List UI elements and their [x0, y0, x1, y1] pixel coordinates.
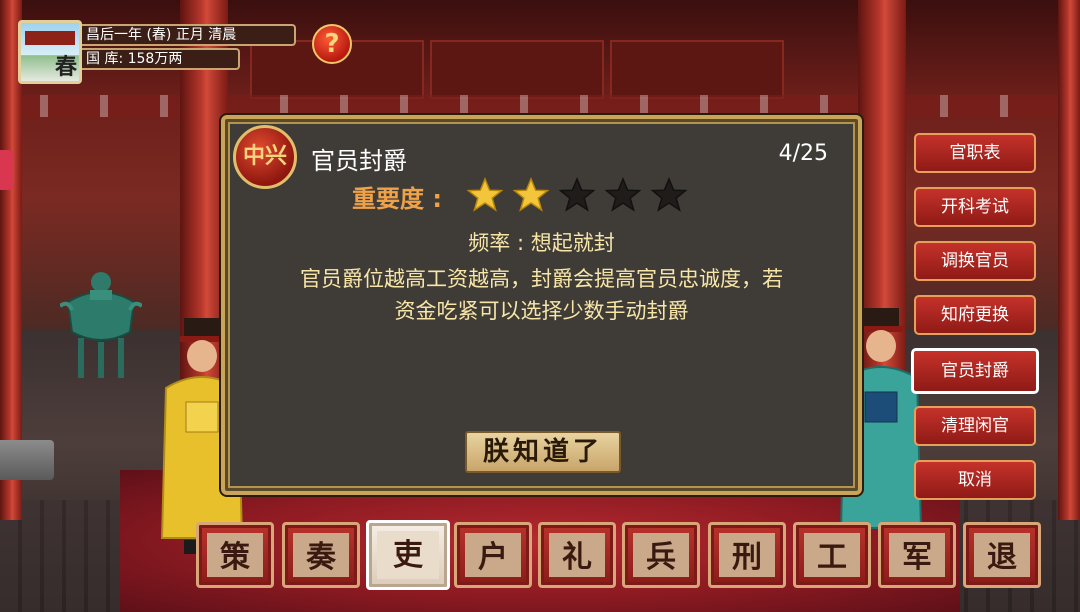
menu-button-clear-idle[interactable]: 清理闲官 — [914, 406, 1036, 446]
help-button[interactable]: ? — [312, 24, 352, 64]
importance-label: 重要度 : — [352, 185, 442, 213]
menu-button-swap-officials[interactable]: 调换官员 — [914, 241, 1036, 281]
acknowledge-button[interactable]: 朕知道了 — [465, 431, 621, 473]
tab-military[interactable]: 军 — [878, 522, 956, 588]
tutorial-dialog: 中兴 官员封爵 4/25 重要度 : 频率 : 想起就封 官员爵位越高工资越高，… — [221, 115, 862, 495]
question-mark-icon: ? — [324, 29, 340, 59]
star-filled-icon — [513, 177, 549, 212]
menu-button-exam[interactable]: 开科考试 — [914, 187, 1036, 227]
wall-panel — [430, 40, 604, 99]
tab-works[interactable]: 工 — [793, 522, 871, 588]
tab-justice[interactable]: 刑 — [708, 522, 786, 588]
tab-label: 礼 — [549, 533, 605, 577]
tab-label: 户 — [465, 533, 521, 577]
decorated-beam — [0, 95, 1080, 117]
tab-personnel[interactable]: 吏 — [366, 520, 450, 590]
tab-label: 退 — [974, 533, 1030, 577]
frequency-text: 频率 : 想起就封 — [468, 231, 615, 255]
date-display: 昌后一年 (春) 正月 清晨 — [82, 24, 296, 46]
season-avatar[interactable]: 春 — [18, 20, 82, 84]
tab-revenue[interactable]: 户 — [454, 522, 532, 588]
page-counter: 4/25 — [778, 141, 828, 166]
menu-button-ennoble-officials[interactable]: 官员封爵 — [911, 348, 1039, 394]
season-glyph: 春 — [54, 54, 77, 80]
description-line-2: 资金吃紧可以选择少数手动封爵 — [394, 299, 689, 323]
star-empty-icon — [559, 177, 595, 212]
tab-retire[interactable]: 退 — [963, 522, 1041, 588]
tab-label: 奏 — [293, 533, 349, 577]
tab-label: 吏 — [377, 531, 439, 579]
menu-button-replace-prefect[interactable]: 知府更换 — [914, 295, 1036, 335]
tab-war[interactable]: 兵 — [622, 522, 700, 588]
tab-memorial[interactable]: 奏 — [282, 522, 360, 588]
star-filled-icon — [467, 177, 503, 212]
tab-strategy[interactable]: 策 — [196, 522, 274, 588]
description-line-1: 官员爵位越高工资越高，封爵会提高官员忠诚度，若 — [300, 267, 783, 291]
bronze-censer-icon — [60, 272, 142, 378]
palace-roof-icon — [25, 31, 75, 45]
tab-label: 刑 — [719, 533, 775, 577]
dialog-title: 官员封爵 — [311, 147, 407, 175]
menu-button-office-table[interactable]: 官职表 — [914, 133, 1036, 173]
wall-panel — [610, 40, 784, 99]
red-pillar — [1058, 0, 1080, 520]
tab-label: 军 — [889, 533, 945, 577]
zhongxing-seal-icon: 中兴 — [233, 125, 297, 189]
importance-stars — [467, 177, 687, 213]
tab-rites[interactable]: 礼 — [538, 522, 616, 588]
treasury-text: 国 库: 158万两 — [86, 51, 183, 67]
treasury-display: 国 库: 158万两 — [82, 48, 240, 70]
tab-label: 兵 — [633, 533, 689, 577]
star-empty-icon — [651, 177, 687, 212]
pillar-base — [0, 440, 54, 480]
tab-label: 工 — [804, 533, 860, 577]
star-empty-icon — [605, 177, 641, 212]
side-notification-tag[interactable] — [0, 150, 14, 190]
date-text: 昌后一年 (春) 正月 清晨 — [86, 27, 237, 43]
menu-button-cancel[interactable]: 取消 — [914, 460, 1036, 500]
seal-text: 中兴 — [242, 143, 287, 169]
tab-label: 策 — [207, 533, 263, 577]
